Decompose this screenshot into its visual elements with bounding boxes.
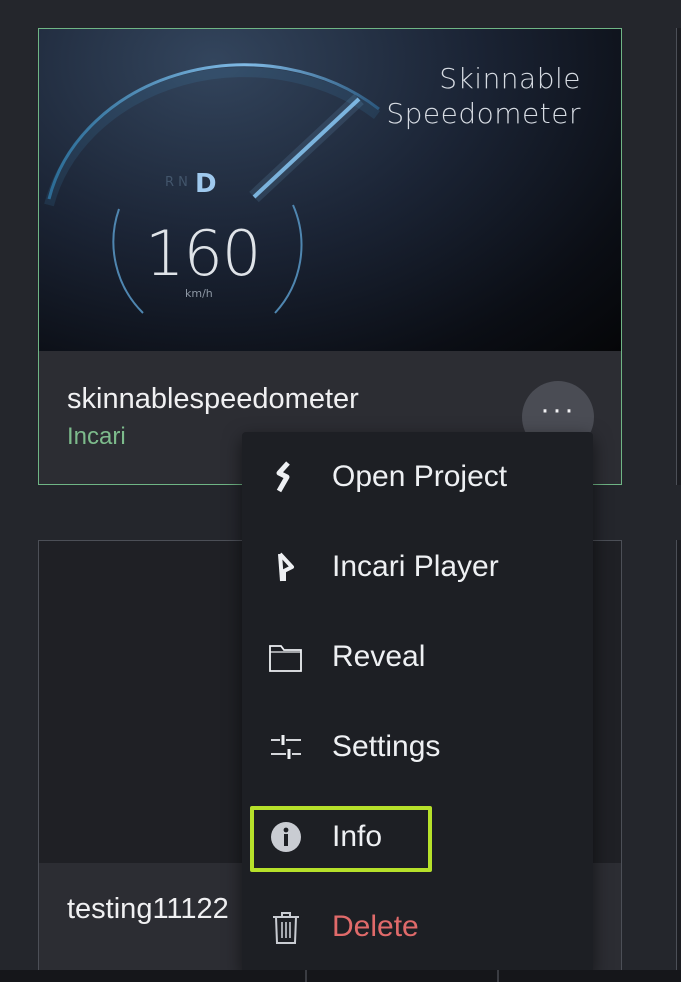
menu-item-open-project[interactable]: Open Project — [242, 432, 593, 522]
menu-item-incari-player[interactable]: Incari Player — [242, 522, 593, 612]
incari-logo-icon — [268, 459, 304, 495]
project-name: testing11122 — [67, 893, 229, 925]
project-subtitle: Incari — [67, 423, 126, 450]
adjacent-card-edge[interactable] — [676, 28, 681, 485]
menu-item-delete[interactable]: Delete — [242, 882, 593, 972]
trash-icon — [268, 909, 304, 945]
bottom-status-bar — [0, 970, 681, 982]
menu-item-reveal[interactable]: Reveal — [242, 612, 593, 702]
menu-item-label: Reveal — [332, 640, 426, 673]
speed-unit: km/h — [185, 287, 213, 300]
menu-item-label: Incari Player — [332, 550, 499, 583]
project-name: skinnablespeedometer — [67, 383, 359, 415]
project-context-menu: Open Project Incari Player Reveal Settin… — [242, 432, 593, 972]
sliders-icon — [268, 729, 304, 765]
thumbnail-title-line1: Skinnable — [439, 62, 581, 95]
menu-item-label: Delete — [332, 910, 419, 943]
adjacent-card-edge[interactable] — [676, 540, 681, 980]
info-highlight-box — [250, 806, 432, 872]
thumbnail-title-line2: Speedometer — [386, 97, 581, 130]
gear-other-indicator: R N — [165, 175, 188, 190]
menu-item-settings[interactable]: Settings — [242, 702, 593, 792]
gear-indicator: D — [195, 169, 217, 199]
player-icon — [268, 549, 304, 585]
project-thumbnail: Skinnable Speedometer R N D 160 km/h — [39, 29, 621, 351]
menu-item-label: Open Project — [332, 460, 508, 493]
menu-item-label: Settings — [332, 730, 441, 763]
speed-value: 160 — [145, 217, 261, 290]
folder-icon — [268, 639, 304, 675]
